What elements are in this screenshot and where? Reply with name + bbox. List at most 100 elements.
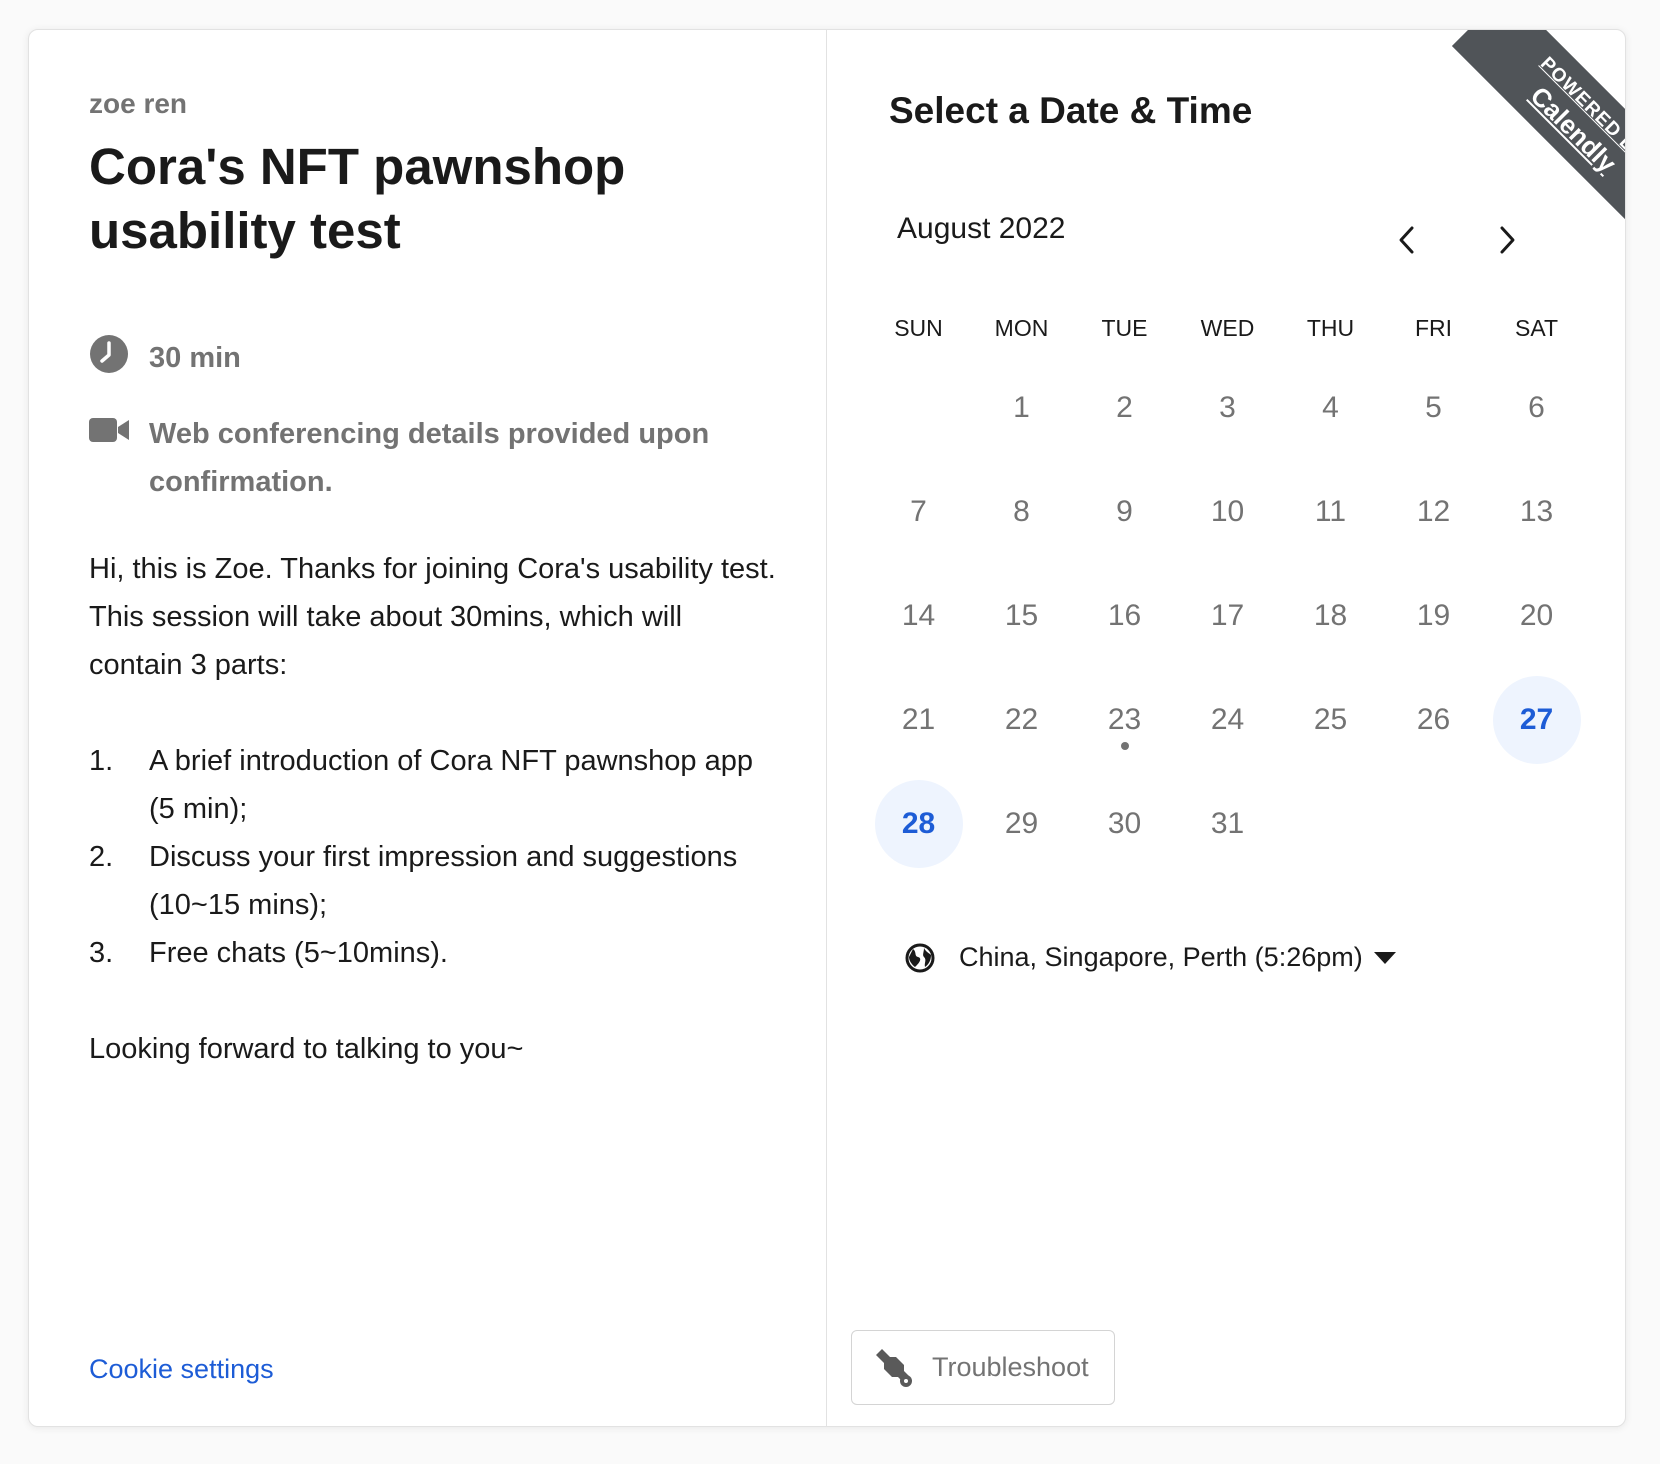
calendar-day: 20: [1485, 564, 1588, 668]
chevron-left-icon: [1399, 226, 1414, 254]
conferencing-row: Web conferencing details provided upon c…: [89, 410, 769, 506]
day-number: 29: [1004, 807, 1039, 840]
list-item-number: 2.: [89, 841, 114, 873]
weekday-label: THU: [1306, 315, 1355, 341]
day-number: 31: [1210, 807, 1245, 840]
day-number: 5: [1425, 391, 1442, 424]
calendar-day: 11: [1279, 460, 1382, 564]
date-time-picker-panel: Select a Date & Time August 2022 SUN MON T…: [827, 30, 1625, 1426]
day-number: 11: [1314, 495, 1347, 528]
day-number: 25: [1313, 703, 1348, 736]
calendar-day: 6: [1485, 356, 1588, 460]
troubleshoot-button[interactable]: Troubleshoot: [851, 1330, 1115, 1405]
day-number: 28: [901, 807, 936, 840]
day-number: 17: [1210, 599, 1245, 632]
list-item: 1. A brief introduction of Cora NFT pawn…: [89, 737, 779, 833]
day-number: 23: [1107, 703, 1142, 736]
description-intro: Hi, this is Zoe. Thanks for joining Cora…: [89, 553, 776, 681]
calendar-day: 1: [970, 356, 1073, 460]
duration-row: 30 min: [89, 334, 241, 382]
calendar-grid: 1 2 3 4 5 6 7 8 9 10 11 12 13 14 15 16 17 18 19 20 21 22 23 24 2…: [867, 356, 1593, 876]
globe-icon: [905, 943, 935, 972]
chevron-right-icon: [1500, 226, 1515, 254]
day-number: 19: [1416, 599, 1451, 632]
calendar-day: 7: [867, 460, 970, 564]
troubleshoot-label: Troubleshoot: [932, 1352, 1089, 1382]
day-number: 10: [1210, 495, 1245, 528]
timezone-selector[interactable]: China, Singapore, Perth (5:26pm): [905, 942, 1397, 973]
calendar-day: 16: [1073, 564, 1176, 668]
day-number: 9: [1116, 495, 1133, 528]
video-camera-icon: [89, 418, 129, 442]
list-item-text: Free chats (5~10mins).: [149, 937, 448, 969]
day-number: 15: [1004, 599, 1039, 632]
day-number: 4: [1322, 391, 1339, 424]
wrench-icon: [876, 1348, 912, 1387]
cookie-settings-link[interactable]: Cookie settings: [89, 1354, 274, 1385]
ribbon-container: POWERED BY Calendly: [1427, 30, 1625, 230]
calendar-day: 13: [1485, 460, 1588, 564]
powered-by-calendly-badge[interactable]: POWERED BY Calendly: [1451, 30, 1625, 230]
calendar-day: 15: [970, 564, 1073, 668]
day-number: 7: [910, 495, 927, 528]
weekday-label: SAT: [1514, 315, 1559, 341]
weekday-label: SUN: [894, 315, 943, 341]
weekday-label: TUE: [1101, 315, 1148, 341]
today-indicator: [1120, 742, 1129, 750]
day-number: 30: [1107, 807, 1142, 840]
calendar-day: 3: [1176, 356, 1279, 460]
day-number: 20: [1519, 599, 1554, 632]
weekday-header: SUN MON TUE WED THU FRI SAT: [867, 315, 1593, 342]
calendar-day: 4: [1279, 356, 1382, 460]
calendar-day-available[interactable]: 27: [1485, 668, 1588, 772]
day-number: 8: [1013, 495, 1030, 528]
calendar-day: 18: [1279, 564, 1382, 668]
day-number: 24: [1210, 703, 1245, 736]
conferencing-text: Web conferencing details provided upon c…: [149, 418, 710, 498]
calendar-day: 29: [970, 772, 1073, 876]
day-number: 16: [1107, 599, 1142, 632]
list-item-text: Discuss your first impression and sugges…: [149, 841, 738, 921]
list-item: 2. Discuss your first impression and sug…: [89, 833, 779, 929]
calendar-day: 10: [1176, 460, 1279, 564]
description-list: 1. A brief introduction of Cora NFT pawn…: [89, 737, 779, 977]
list-item-number: 1.: [89, 745, 114, 777]
list-item-number: 3.: [89, 937, 114, 969]
event-details-panel: zoe ren Cora's NFT pawnshop usability te…: [29, 30, 826, 1426]
calendar-day: 26: [1382, 668, 1485, 772]
day-number: 27: [1519, 703, 1554, 736]
calendar-day: 22: [970, 668, 1073, 772]
day-number: 26: [1416, 703, 1451, 736]
list-item: 3. Free chats (5~10mins).: [89, 929, 779, 977]
timezone-text: China, Singapore, Perth (5:26pm): [959, 942, 1363, 972]
day-number: 1: [1013, 391, 1030, 424]
calendar-day-available[interactable]: 28: [867, 772, 970, 876]
day-number: 22: [1004, 703, 1039, 736]
day-number: 3: [1219, 391, 1236, 424]
calendar-day: 24: [1176, 668, 1279, 772]
weekday-label: MON: [994, 315, 1049, 341]
calendar-day: 14: [867, 564, 970, 668]
calendar-day: 30: [1073, 772, 1176, 876]
clock-icon: [90, 335, 128, 373]
day-number: 12: [1416, 495, 1451, 528]
calendar-day: 25: [1279, 668, 1382, 772]
organizer-name: zoe ren: [89, 88, 188, 119]
day-number: 14: [901, 599, 936, 632]
event-title: Cora's NFT pawnshop usability test: [89, 138, 626, 259]
event-description: Hi, this is Zoe. Thanks for joining Cora…: [89, 545, 779, 1121]
duration-text: 30 min: [149, 342, 241, 374]
previous-month-button[interactable]: [1387, 220, 1427, 260]
calendar-day: 5: [1382, 356, 1485, 460]
day-number: 13: [1519, 495, 1554, 528]
calendar-day: 8: [970, 460, 1073, 564]
caret-down-icon: [1373, 951, 1396, 964]
calendar-day: 9: [1073, 460, 1176, 564]
day-number: 18: [1313, 599, 1348, 632]
next-month-button[interactable]: [1487, 220, 1527, 260]
day-number: 6: [1528, 391, 1545, 424]
calendar-empty-cell: [867, 356, 970, 460]
calendar-day: 19: [1382, 564, 1485, 668]
day-number: 21: [901, 703, 936, 736]
calendar-day: 31: [1176, 772, 1279, 876]
